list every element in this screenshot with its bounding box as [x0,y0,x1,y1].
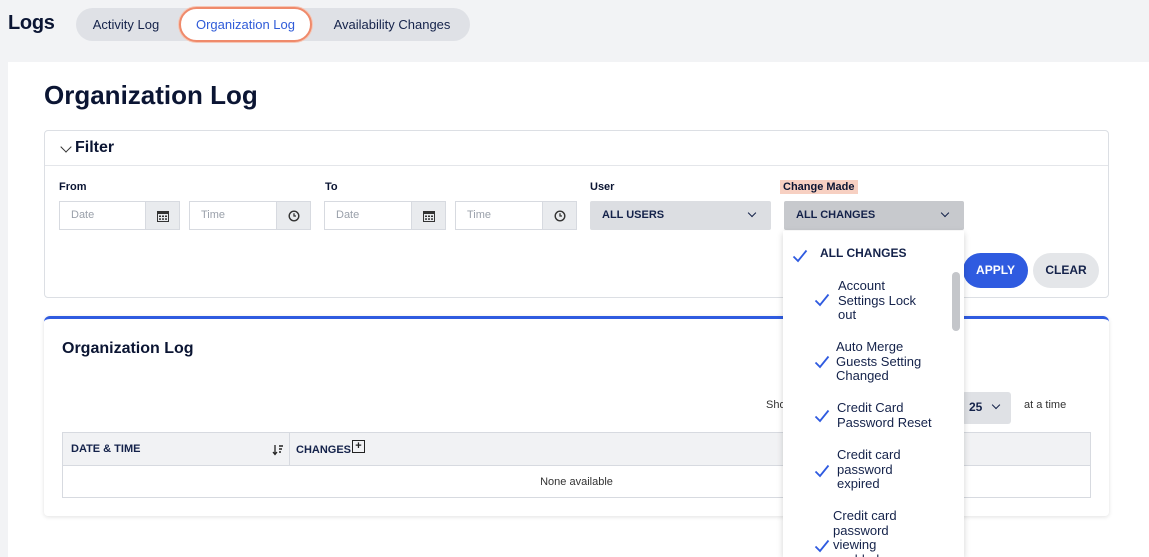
option-credit-card-password-viewing[interactable]: Credit card password viewing enabled [833,508,897,557]
option-line: Account [838,278,885,293]
option-account-settings-lock-out[interactable]: Account Settings Lock out [838,278,917,323]
option-line: password [837,461,893,477]
filter-toggle[interactable]: Filter [45,131,1108,166]
app-title: Logs [8,12,55,34]
column-divider [289,433,290,466]
option-line: Guests Setting [836,353,922,369]
option-line: out [838,307,857,323]
clear-button[interactable]: CLEAR [1033,253,1099,288]
option-line: Changed [836,368,889,384]
option-credit-card-password-expired[interactable]: Credit card password expired [837,447,901,492]
from-time-field[interactable]: Time [189,201,311,230]
chevron-down-icon [60,141,72,153]
from-date-field[interactable]: Date [59,201,180,230]
log-section-title: Organization Log [62,340,194,357]
to-time-placeholder: Time [467,209,492,221]
col-changes: CHANGES [296,444,352,456]
main-panel: Organization Log Filter From To User Cha… [8,62,1149,557]
option-auto-merge-guests[interactable]: Auto Merge Guests Setting Changed [836,339,922,384]
check-icon [814,464,830,478]
user-label: User [590,181,615,193]
filter-label: Filter [75,139,115,156]
change-made-value: ALL CHANGES [796,209,876,221]
per-page-select[interactable]: 25 [962,392,1011,424]
per-page-value: 25 [969,400,983,414]
from-date-placeholder: Date [71,209,95,221]
option-all-changes[interactable]: ALL CHANGES [820,246,906,261]
check-icon [792,249,808,263]
user-select[interactable]: ALL USERS [590,201,771,230]
option-line: Password Reset [837,414,932,430]
to-time-field[interactable]: Time [455,201,577,230]
option-line: viewing [833,537,877,553]
dropdown-scrollbar-thumb[interactable] [952,272,960,331]
chevron-down-icon [747,208,757,218]
apply-button[interactable]: APPLY [963,253,1028,288]
log-tabs: Activity Log Availability Changes Organi… [76,7,470,42]
to-date-placeholder: Date [336,209,360,221]
tab-availability-changes[interactable]: Availability Changes [318,8,466,41]
page-title: Organization Log [44,80,258,110]
user-select-value: ALL USERS [602,209,665,221]
from-time-placeholder: Time [201,209,226,221]
change-made-label: Change Made [780,180,858,194]
clock-icon[interactable] [276,202,310,229]
option-line: enabled [833,552,897,557]
option-line: Credit card [837,447,901,462]
change-made-select[interactable]: ALL CHANGES [784,201,964,230]
col-date-time: DATE & TIME [71,443,141,455]
check-icon [814,293,830,307]
option-credit-card-password-reset[interactable]: Credit Card Password Reset [837,400,932,430]
option-line: password [833,522,889,538]
sort-descending-icon[interactable] [272,443,284,461]
check-icon [814,409,830,423]
check-icon [814,355,830,369]
at-a-time-label: at a time [1024,399,1067,411]
option-line: expired [837,476,880,492]
from-label: From [59,181,87,193]
chevron-down-icon [991,400,1001,410]
chevron-down-icon [940,208,950,218]
change-made-dropdown: ALL CHANGES Account Settings Lock out Au… [783,231,964,557]
to-label: To [325,181,338,193]
option-line: Settings Lock [838,292,917,308]
calendar-icon[interactable] [145,202,179,229]
tab-organization-log[interactable]: Organization Log [179,7,312,42]
tab-activity-log[interactable]: Activity Log [76,8,176,41]
to-date-field[interactable]: Date [324,201,446,230]
option-line: Credit card [833,508,897,523]
expand-plus-icon[interactable]: + [352,440,365,453]
calendar-icon[interactable] [411,202,445,229]
top-bar: Logs Activity Log Availability Changes O… [0,0,1149,48]
clock-icon[interactable] [542,202,576,229]
option-line: Auto Merge [836,339,904,354]
check-icon [814,539,830,553]
option-line: Credit Card [837,400,904,415]
